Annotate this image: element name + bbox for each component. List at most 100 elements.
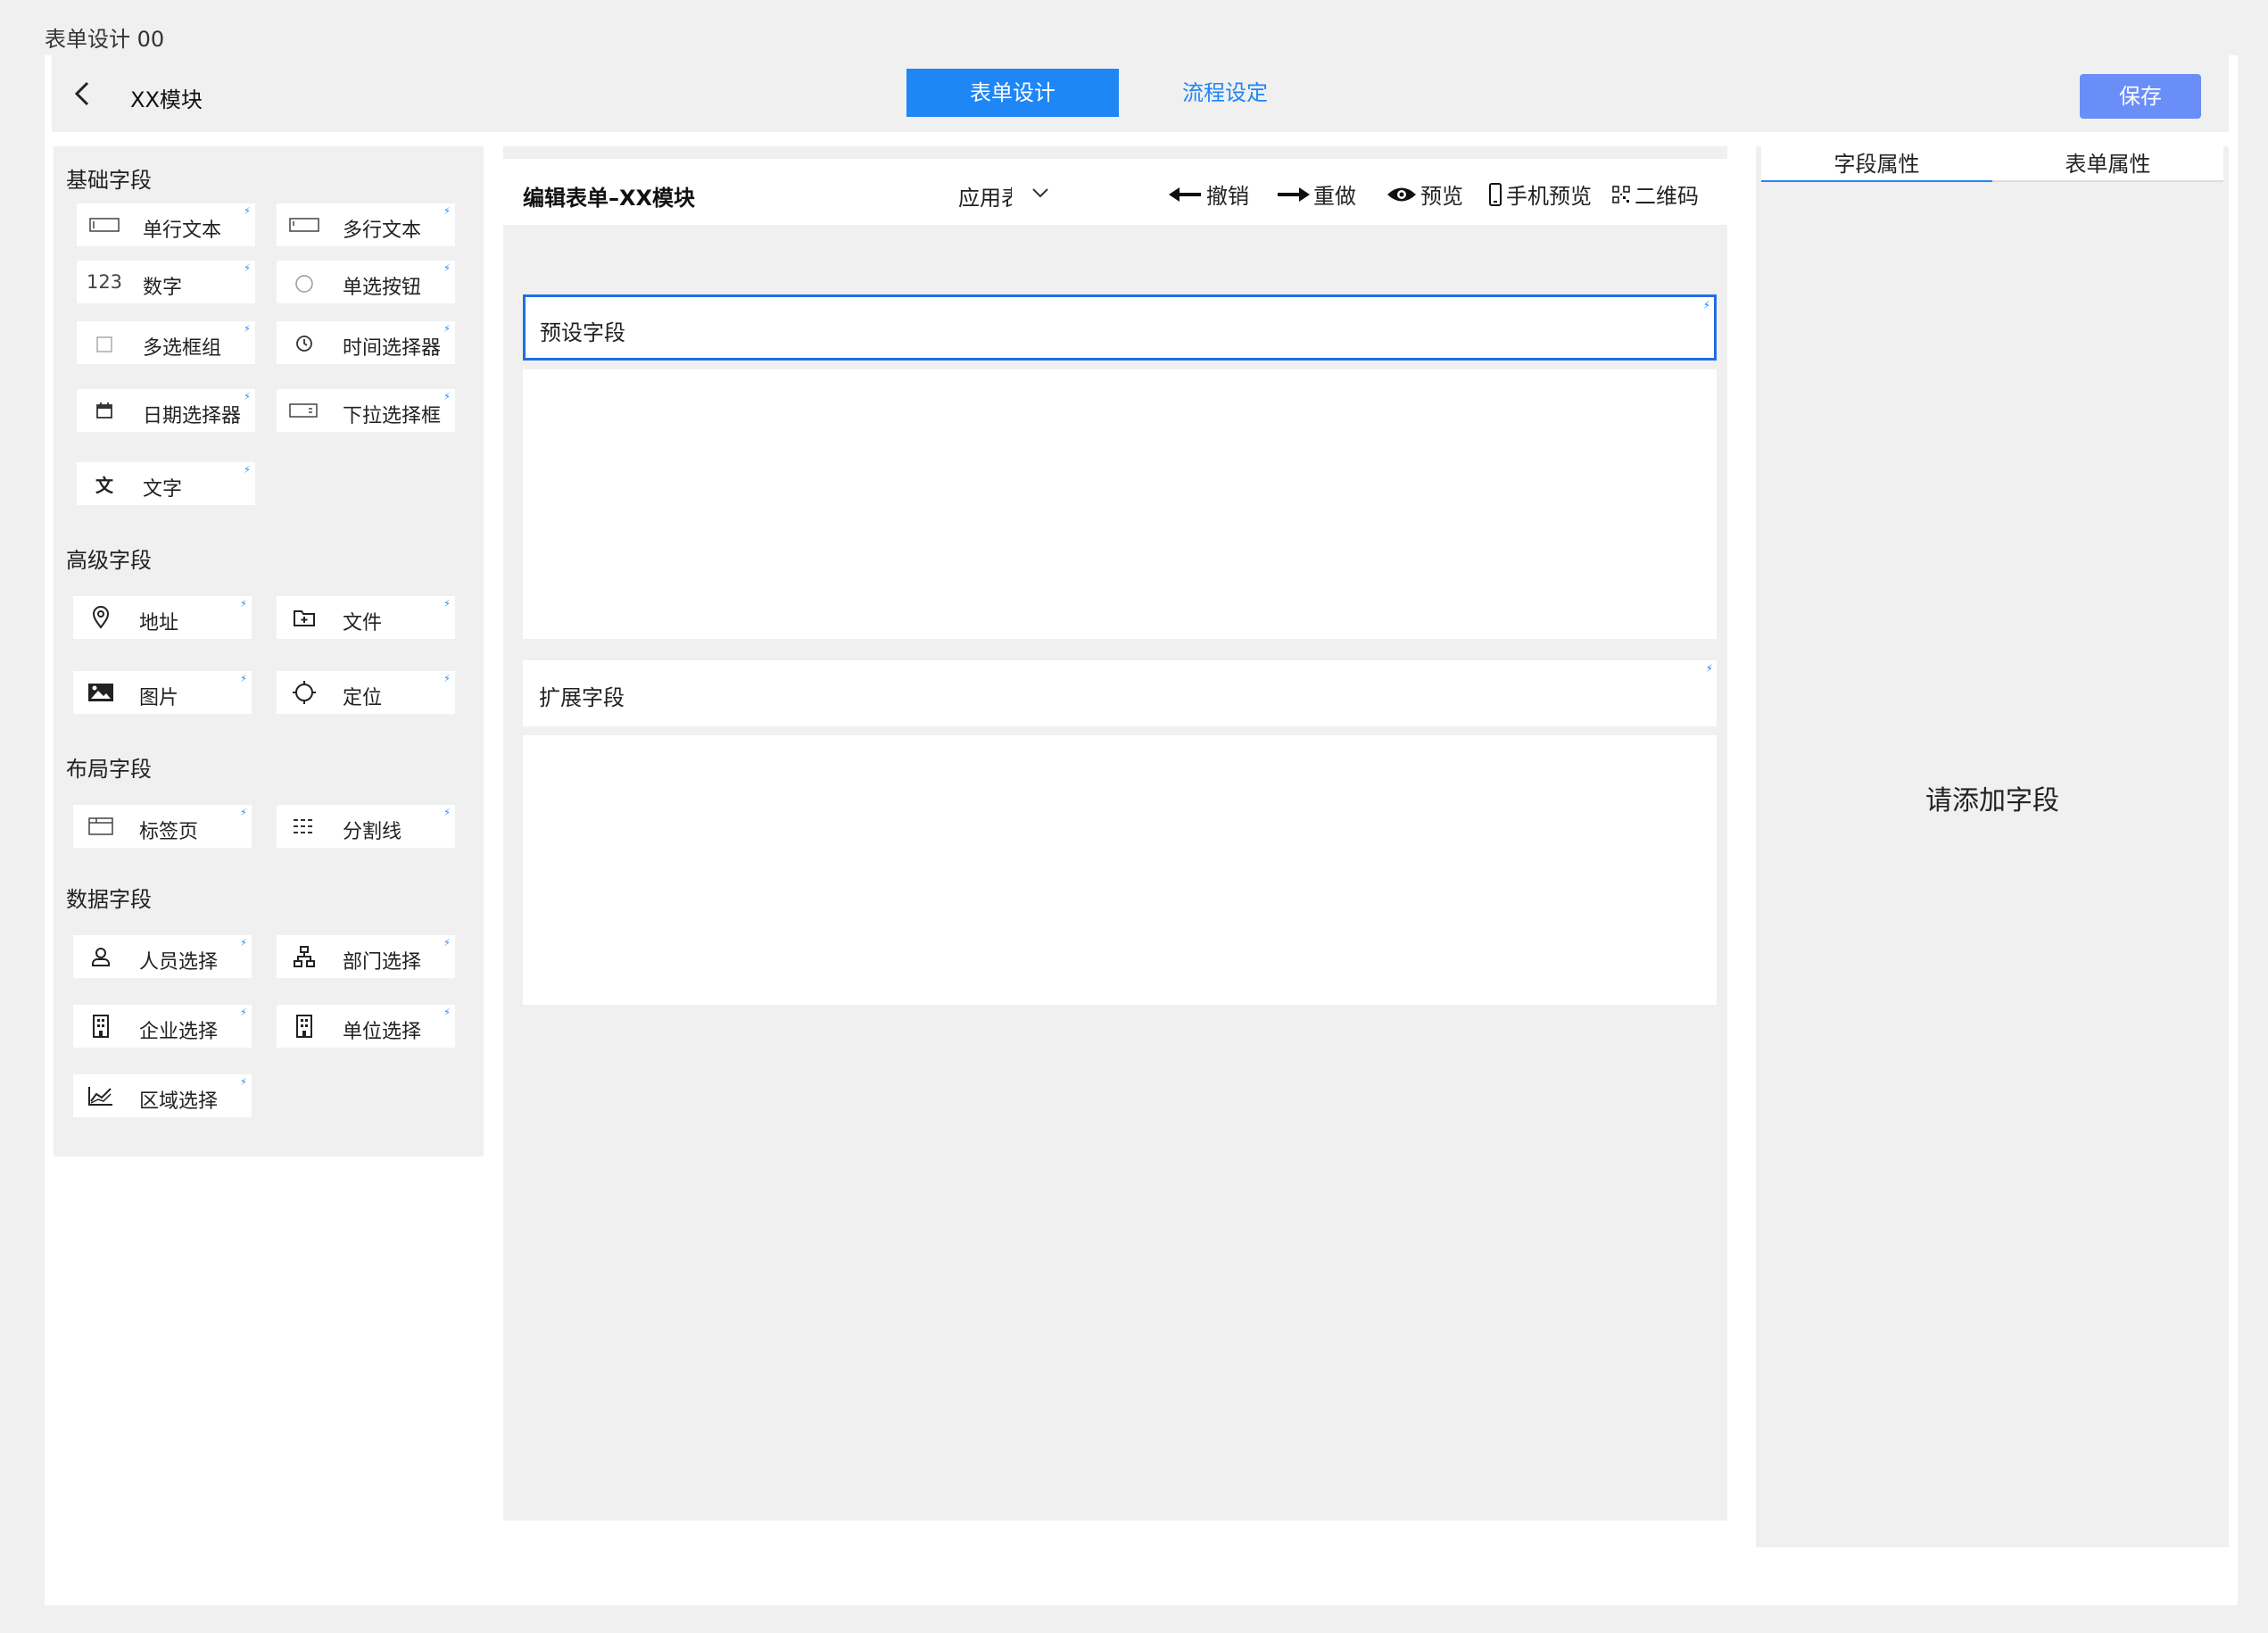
field-file[interactable]: 文件 ⚡ xyxy=(277,596,455,639)
checkbox-icon xyxy=(89,332,120,353)
section-title-data: 数据字段 xyxy=(66,887,152,912)
section-title-basic: 基础字段 xyxy=(66,168,152,193)
field-label: 地址 xyxy=(139,612,179,634)
field-radio[interactable]: 单选按钮 ⚡ xyxy=(277,261,455,303)
field-person-select[interactable]: 人员选择 ⚡ xyxy=(73,935,252,978)
save-button[interactable]: 保存 xyxy=(2080,74,2201,119)
properties-panel: 字段属性 表单属性 请添加字段 xyxy=(1756,146,2229,1547)
field-address[interactable]: 地址 ⚡ xyxy=(73,596,252,639)
form-canvas: 编辑表单–XX模块 应用表 撤销 重做 预览 手机预览 xyxy=(503,146,1727,1521)
lightning-icon: ⚡ xyxy=(244,262,251,274)
field-divider[interactable]: 分割线 ⚡ xyxy=(277,805,455,848)
field-label: 区域选择 xyxy=(139,1090,219,1113)
field-region-select[interactable]: 区域选择 ⚡ xyxy=(73,1074,252,1117)
area-chart-icon xyxy=(86,1085,116,1107)
folder-plus-icon xyxy=(289,607,319,628)
back-arrow-icon[interactable] xyxy=(70,80,96,107)
field-label: 定位 xyxy=(343,687,383,709)
number-icon: 123 xyxy=(86,271,123,293)
tab-form-properties[interactable]: 表单属性 xyxy=(1992,146,2223,182)
clock-icon xyxy=(289,332,319,353)
field-label: 单行文本 xyxy=(143,220,222,242)
lightning-icon: ⚡ xyxy=(244,464,251,476)
field-enterprise-select[interactable]: 企业选择 ⚡ xyxy=(73,1005,252,1048)
field-positioning[interactable]: 定位 ⚡ xyxy=(277,671,455,714)
field-label: 时间选择器 xyxy=(343,337,442,360)
field-label: 文件 xyxy=(343,612,383,634)
header-bar: XX模块 表单设计 流程设定 保存 xyxy=(52,55,2229,132)
field-tabs[interactable]: 标签页 ⚡ xyxy=(73,805,252,848)
extension-drop-zone[interactable] xyxy=(523,735,1717,1005)
extension-fields-section[interactable]: 扩展字段 ⚡ xyxy=(523,660,1717,726)
field-department-select[interactable]: 部门选择 ⚡ xyxy=(277,935,455,978)
translate-icon: 文 xyxy=(95,474,113,496)
preset-drop-zone[interactable] xyxy=(523,369,1717,639)
image-icon xyxy=(86,682,116,703)
field-date-picker[interactable]: 日期选择器 ⚡ xyxy=(77,389,255,432)
field-label: 企业选择 xyxy=(139,1021,219,1043)
tab-field-properties[interactable]: 字段属性 xyxy=(1761,146,1992,182)
properties-tabs: 字段属性 表单属性 xyxy=(1761,146,2223,182)
field-palette: 基础字段 单行文本 ⚡ 多行文本 ⚡ 123 数字 ⚡ 单选按钮 ⚡ 多选框组 … xyxy=(54,146,484,1156)
lightning-icon: ⚡ xyxy=(240,937,247,949)
app-select[interactable]: 应用表 xyxy=(958,180,1056,211)
field-multi-line-text[interactable]: 多行文本 ⚡ xyxy=(277,203,455,246)
multi-line-text-icon xyxy=(289,214,319,236)
dropdown-icon xyxy=(289,400,319,421)
preview-button[interactable]: 预览 xyxy=(1386,178,1463,210)
redo-button[interactable]: 重做 xyxy=(1276,178,1356,210)
field-label: 多选框组 xyxy=(143,337,222,360)
field-label: 图片 xyxy=(139,687,179,709)
qrcode-label: 二维码 xyxy=(1635,184,1699,209)
field-dropdown[interactable]: 下拉选择框 ⚡ xyxy=(277,389,455,432)
lightning-icon: ⚡ xyxy=(244,205,251,217)
lightning-icon: ⚡ xyxy=(240,1076,247,1088)
tab-page-icon xyxy=(86,816,116,837)
field-label: 单选按钮 xyxy=(343,277,422,299)
lightning-icon: ⚡ xyxy=(443,673,451,684)
building-icon xyxy=(86,1015,116,1038)
field-label: 日期选择器 xyxy=(143,405,242,427)
empty-state-text: 请添加字段 xyxy=(1925,785,2059,816)
extension-fields-label: 扩展字段 xyxy=(539,685,625,710)
tab-form-design[interactable]: 表单设计 xyxy=(906,69,1119,117)
eye-icon xyxy=(1387,187,1416,201)
lightning-icon: ⚡ xyxy=(240,807,247,818)
lightning-icon: ⚡ xyxy=(240,598,247,609)
mobile-preview-button[interactable]: 手机预览 xyxy=(1488,178,1592,210)
field-label: 部门选择 xyxy=(343,951,422,974)
form-edit-title: 编辑表单–XX模块 xyxy=(523,186,696,211)
field-unit-select[interactable]: 单位选择 ⚡ xyxy=(277,1005,455,1048)
lightning-icon: ⚡ xyxy=(443,323,451,335)
tab-flow-settings[interactable]: 流程设定 xyxy=(1119,69,1331,117)
single-line-text-icon xyxy=(89,214,120,236)
field-label: 标签页 xyxy=(139,821,199,843)
preview-label: 预览 xyxy=(1420,184,1463,209)
field-time-picker[interactable]: 时间选择器 ⚡ xyxy=(277,321,455,364)
lightning-icon: ⚡ xyxy=(443,205,451,217)
field-label: 多行文本 xyxy=(343,220,422,242)
field-label: 下拉选择框 xyxy=(343,405,442,427)
lightning-icon: ⚡ xyxy=(240,1007,247,1018)
field-label: 人员选择 xyxy=(139,951,219,974)
arrow-left-icon xyxy=(1169,187,1201,202)
crosshair-icon xyxy=(289,681,319,704)
lightning-icon: ⚡ xyxy=(244,391,251,402)
chevron-down-icon xyxy=(1032,188,1048,198)
preset-fields-label: 预设字段 xyxy=(540,320,625,345)
field-single-line-text[interactable]: 单行文本 ⚡ xyxy=(77,203,255,246)
lightning-icon: ⚡ xyxy=(1705,662,1713,675)
org-chart-icon xyxy=(289,946,319,967)
field-number[interactable]: 123 数字 ⚡ xyxy=(77,261,255,303)
module-name: XX模块 xyxy=(130,87,203,112)
field-image[interactable]: 图片 ⚡ xyxy=(73,671,252,714)
person-icon xyxy=(86,946,116,967)
undo-button[interactable]: 撤销 xyxy=(1169,178,1249,210)
field-checkbox-group[interactable]: 多选框组 ⚡ xyxy=(77,321,255,364)
preset-fields-section[interactable]: 预设字段 ⚡ xyxy=(523,294,1717,361)
lightning-icon: ⚡ xyxy=(443,391,451,402)
lightning-icon: ⚡ xyxy=(244,323,251,335)
field-label: 数字 xyxy=(143,277,183,299)
field-text[interactable]: 文 文字 ⚡ xyxy=(77,462,255,505)
qrcode-button[interactable]: 二维码 xyxy=(1611,178,1699,210)
